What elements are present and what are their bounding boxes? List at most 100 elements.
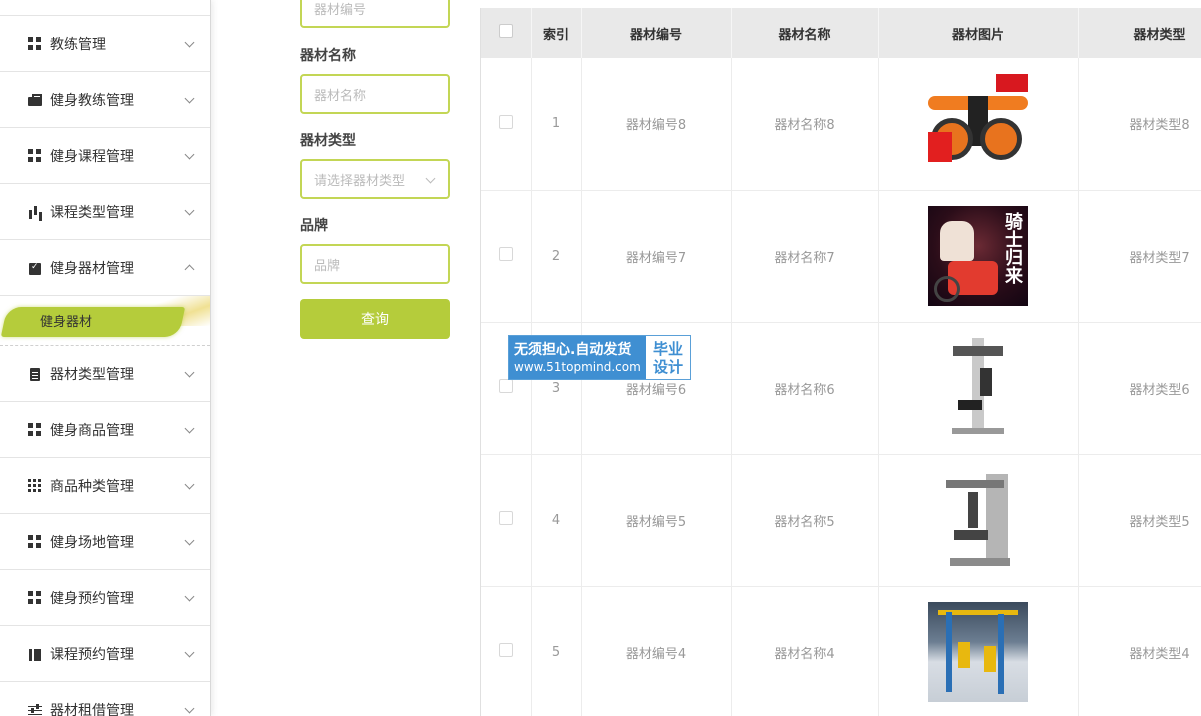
equipment-name-input[interactable]: 器材名称	[300, 74, 450, 114]
grid-9-icon	[28, 478, 42, 493]
sidebar-item-venue[interactable]: 健身场地管理	[0, 514, 210, 570]
sidebar-item-goods-category[interactable]: 商品种类管理	[0, 458, 210, 514]
cell-image	[878, 454, 1079, 587]
equipment-type-placeholder: 请选择器材类型	[314, 173, 406, 189]
grid-icon	[28, 36, 42, 51]
image-caption: 骑士归来	[1002, 212, 1023, 284]
sidebar-item-coach[interactable]: 教练管理	[0, 16, 210, 72]
sidebar-item-fitness-coach[interactable]: 健身教练管理	[0, 72, 210, 128]
cell-index: 2	[531, 190, 582, 323]
watermark-text: 无须担心.自动发货	[514, 341, 632, 358]
sidebar-item-equipment-type[interactable]: 器材类型管理	[0, 346, 210, 402]
row-checkbox[interactable]	[498, 379, 513, 393]
table-row: 2 器材编号7 器材名称7 骑士归来 器材类型7	[481, 190, 1201, 323]
watermark-banner: 无须担心.自动发货 www.51topmind.com 毕业 设计	[508, 335, 691, 380]
briefcase-icon	[28, 93, 42, 107]
ab-roller-image	[928, 73, 1028, 174]
sidebar-item-course-type[interactable]: 课程类型管理	[0, 184, 210, 240]
sidebar-item-course[interactable]: 健身课程管理	[0, 128, 210, 184]
equipment-name-placeholder: 器材名称	[314, 88, 367, 104]
sidebar-item-label: 商品种类管理	[50, 478, 134, 495]
sidebar-item-label: 健身预约管理	[50, 590, 134, 607]
row-checkbox[interactable]	[498, 114, 513, 129]
sidebar-subitem-equipment[interactable]	[0, 307, 186, 337]
column-header-name: 器材名称	[731, 8, 879, 58]
cell-code: 器材编号4	[581, 586, 732, 716]
sidebar-subitem-label[interactable]: 健身器材	[40, 311, 92, 330]
column-header-index: 索引	[531, 8, 582, 58]
watermark-side: 毕业 设计	[646, 336, 690, 379]
row-checkbox[interactable]	[498, 247, 513, 261]
chevron-up-icon	[184, 264, 195, 274]
chevron-down-icon	[184, 37, 195, 47]
sidebar-item-rental[interactable]: 器材租借管理	[0, 682, 210, 716]
cell-name: 器材名称6	[731, 322, 879, 455]
brand-label: 品牌	[300, 218, 328, 234]
sidebar-item-label: 健身器材管理	[50, 260, 134, 277]
cell-type: 器材类型6	[1078, 322, 1201, 455]
cell-image	[878, 322, 1079, 455]
sidebar-item-label: 健身商品管理	[50, 422, 134, 439]
cell-image	[878, 58, 1079, 191]
equipment-type-select[interactable]: 请选择器材类型	[300, 159, 450, 199]
cell-type: 器材类型8	[1078, 58, 1201, 191]
watermark-url: www.51topmind.com	[514, 359, 641, 374]
select-all-checkbox[interactable]	[498, 24, 513, 38]
chevron-down-icon	[184, 535, 195, 545]
query-button[interactable]: 查询	[300, 299, 450, 339]
cell-index: 5	[531, 586, 582, 716]
chevron-down-icon	[184, 367, 195, 377]
document-icon	[28, 367, 42, 381]
table-row: 1 器材编号8 器材名称8 器材类型8	[481, 58, 1201, 191]
select-all-cell	[481, 8, 532, 58]
cell-image	[878, 586, 1079, 716]
cell-type: 器材类型4	[1078, 586, 1201, 716]
equipment-code-input[interactable]: 器材编号	[300, 0, 450, 28]
grid-icon	[28, 422, 42, 437]
equipment-code-placeholder: 器材编号	[314, 2, 367, 18]
grid-icon	[28, 534, 42, 549]
watermark-side-line1: 毕业	[652, 339, 683, 358]
sidebar: 教练管理 健身教练管理 健身课程管理 课程类型管理 健身器材管理 健身器材 器材…	[0, 0, 211, 716]
chevron-down-icon	[184, 423, 195, 433]
cell-index: 1	[531, 58, 582, 191]
sliders-icon	[28, 703, 42, 716]
pec-machine-image	[928, 338, 1028, 438]
sidebar-item-goods[interactable]: 健身商品管理	[0, 402, 210, 458]
cell-code: 器材编号5	[581, 454, 732, 587]
sidebar-item-equipment[interactable]: 健身器材管理	[0, 240, 210, 296]
chevron-down-icon	[425, 173, 436, 184]
sidebar-top-divider	[0, 0, 210, 16]
column-header-code: 器材编号	[581, 8, 732, 58]
column-header-image: 器材图片	[878, 8, 1079, 58]
sidebar-item-reservation[interactable]: 健身预约管理	[0, 570, 210, 626]
equipment-type-label: 器材类型	[300, 133, 356, 149]
sidebar-item-label: 器材类型管理	[50, 366, 134, 383]
table-header-row: 索引 器材编号 器材名称 器材图片 器材类型	[481, 8, 1201, 58]
cell-code: 器材编号7	[581, 190, 732, 323]
sidebar-item-label: 课程预约管理	[50, 646, 134, 663]
cell-code: 器材编号8	[581, 58, 732, 191]
row-checkbox[interactable]	[498, 643, 513, 657]
cell-name: 器材名称7	[731, 190, 879, 323]
chevron-down-icon	[184, 703, 195, 713]
cell-image: 骑士归来	[878, 190, 1079, 323]
cell-name: 器材名称8	[731, 58, 879, 191]
cell-index: 4	[531, 454, 582, 587]
cell-name: 器材名称4	[731, 586, 879, 716]
chevron-down-icon	[184, 205, 195, 215]
brand-input[interactable]: 品牌	[300, 244, 450, 284]
chevron-down-icon	[184, 591, 195, 601]
pec-deck-image	[928, 470, 1028, 570]
row-checkbox[interactable]	[498, 511, 513, 525]
sidebar-item-label: 课程类型管理	[50, 204, 134, 221]
outdoor-equipment-image	[928, 602, 1028, 702]
cell-name: 器材名称5	[731, 454, 879, 587]
sidebar-item-label: 健身场地管理	[50, 534, 134, 551]
sidebar-item-label: 健身教练管理	[50, 92, 134, 109]
grid-icon	[28, 148, 42, 163]
clipboard-check-icon	[28, 261, 42, 275]
chevron-down-icon	[184, 647, 195, 657]
sidebar-item-course-reservation[interactable]: 课程预约管理	[0, 626, 210, 682]
book-icon	[28, 647, 42, 661]
